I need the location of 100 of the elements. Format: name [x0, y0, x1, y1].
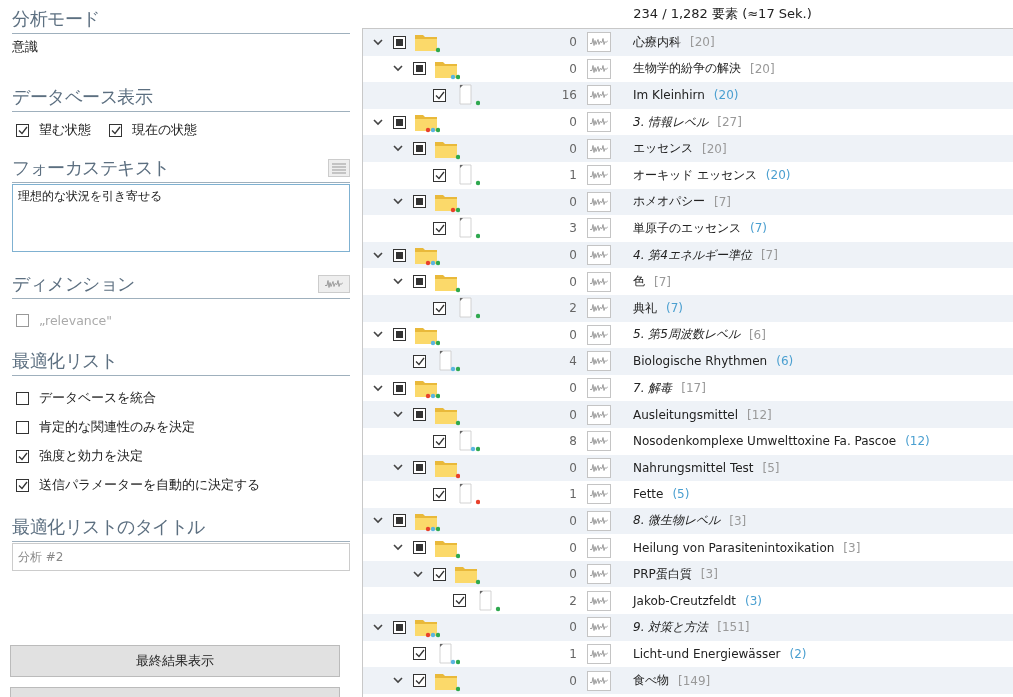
element-count: 234 / 1,282 要素 (≈17 Sek.) [633, 5, 812, 23]
chevron-icon[interactable] [393, 278, 403, 286]
focus-text-field[interactable]: 理想的な状況を引き寄せる [12, 184, 350, 252]
checkbox-option[interactable]: データベースを統合 [16, 390, 350, 407]
waveform-icon [590, 437, 608, 446]
tree-checkbox[interactable] [433, 168, 446, 182]
tree-checkbox[interactable] [433, 89, 446, 102]
checkbox[interactable] [16, 479, 29, 492]
checkbox[interactable] [16, 450, 29, 463]
item-count: (3) [745, 593, 762, 608]
waveform-icon [590, 118, 608, 127]
count: 0 [568, 381, 577, 395]
tree-checkbox[interactable] [433, 434, 446, 448]
item-name[interactable]: 典礼 [633, 299, 657, 317]
item-name[interactable]: ホメオパシー [633, 193, 705, 211]
waveform-icon [590, 596, 608, 605]
count: 0 [568, 35, 577, 50]
folder-icon [415, 620, 437, 637]
chevron-icon[interactable] [373, 118, 383, 126]
checkbox-option: „relevance" [16, 313, 350, 328]
chevron-icon[interactable] [373, 384, 383, 392]
checkbox-option[interactable]: 望む状態 [16, 122, 91, 139]
checkbox[interactable] [109, 124, 122, 137]
count: 0 [568, 194, 577, 209]
folder-icon [435, 407, 457, 424]
tree-checkbox[interactable] [433, 567, 446, 581]
chevron-icon[interactable] [373, 623, 383, 631]
item-name[interactable]: Jakob-Creutzfeldt [633, 593, 736, 608]
item-name[interactable]: Fette [633, 487, 664, 502]
tree-checkbox[interactable] [433, 487, 446, 501]
item-name[interactable]: Biologische Rhythmen [633, 354, 768, 369]
waveform-icon [590, 384, 608, 392]
chevron-icon[interactable] [373, 38, 383, 46]
checkbox-option[interactable]: 強度と効力を決定 [16, 448, 350, 465]
count: 0 [568, 514, 577, 528]
section-heading: ディメンション [12, 271, 135, 296]
item-name[interactable]: 3. 情報レベル [633, 113, 709, 131]
section-heading: データベース表示 [12, 84, 152, 109]
checkbox[interactable] [16, 421, 29, 434]
chevron-icon[interactable] [413, 570, 423, 578]
document-icon [459, 430, 472, 451]
waveform-icon [590, 543, 608, 552]
chevron-icon[interactable] [393, 464, 403, 472]
folder-icon [435, 540, 457, 557]
title-input-field[interactable]: 分析 #2 [12, 543, 350, 571]
item-name[interactable]: Im Kleinhirn [633, 88, 705, 103]
count: 3 [568, 221, 577, 236]
count: 2 [568, 301, 577, 316]
item-name[interactable]: PRP蛋白質 [633, 565, 692, 583]
item-name[interactable]: 9. 対策と方法 [633, 618, 709, 636]
count: 0 [568, 407, 577, 422]
count: 8 [568, 434, 577, 449]
chevron-icon[interactable] [393, 411, 403, 419]
waveform-icon [590, 676, 608, 685]
item-name[interactable]: Heilung von Parasitenintoxikation [633, 540, 835, 555]
show-results-button[interactable]: 最終結果表示 [10, 645, 340, 677]
chevron-icon[interactable] [373, 517, 383, 525]
section-heading: フォーカステキスト [12, 155, 170, 180]
chevron-icon[interactable] [393, 198, 403, 206]
item-name[interactable]: 5. 第5周波数レベル [633, 326, 740, 344]
folder-icon [415, 381, 437, 397]
document-icon [439, 643, 452, 664]
item-name[interactable]: オーキッド エッセンス [633, 166, 757, 184]
count: 0 [568, 327, 577, 342]
tree-checkbox[interactable] [433, 221, 446, 235]
item-name[interactable]: 色 [633, 273, 645, 291]
item-count: [5] [762, 460, 780, 475]
waveform-icon [590, 570, 608, 579]
tree-checkbox[interactable] [413, 674, 426, 688]
chevron-icon[interactable] [393, 677, 403, 685]
item-name[interactable]: 単原子のエッセンス [633, 219, 741, 237]
item-name[interactable]: 心療内科 [633, 33, 681, 51]
tree-checkbox[interactable] [413, 354, 426, 368]
checkbox-option[interactable]: 肯定的な関連性のみを決定 [16, 419, 350, 436]
waveform-icon [325, 279, 343, 288]
item-name[interactable]: 4. 第4エネルギー準位 [633, 246, 752, 264]
item-name[interactable]: Nahrungsmittel Test [633, 460, 754, 475]
checkbox-option[interactable]: 現在の状態 [109, 122, 197, 139]
waveform-icon [590, 463, 608, 472]
chevron-icon[interactable] [393, 145, 403, 153]
item-name[interactable]: 8. 微生物レベル [633, 512, 721, 530]
checkbox[interactable] [16, 392, 29, 405]
chevron-icon[interactable] [373, 251, 383, 259]
item-name[interactable]: Ausleitungsmittel [633, 407, 739, 422]
chevron-icon[interactable] [373, 331, 383, 339]
item-name[interactable]: Licht-und Energiewässer [633, 646, 781, 661]
checkbox-option[interactable]: 送信パラメーターを自動的に決定する [16, 477, 350, 494]
checkbox[interactable] [16, 124, 29, 137]
tree-checkbox[interactable] [433, 301, 446, 315]
item-name[interactable]: エッセンス [633, 140, 693, 158]
item-name[interactable]: 食べ物 [633, 672, 669, 690]
tree-checkbox[interactable] [453, 594, 466, 608]
chevron-icon[interactable] [393, 65, 403, 73]
tree-checkbox[interactable] [413, 647, 426, 661]
item-name[interactable]: Nosodenkomplexe Umwelttoxine Fa. Pascoe [633, 434, 897, 449]
item-count: [7] [760, 248, 778, 263]
item-count: [149] [678, 673, 711, 688]
item-name[interactable]: 7. 解毒 [633, 379, 673, 397]
item-name[interactable]: 生物学的紛争の解決 [633, 60, 741, 78]
chevron-icon[interactable] [393, 544, 403, 552]
